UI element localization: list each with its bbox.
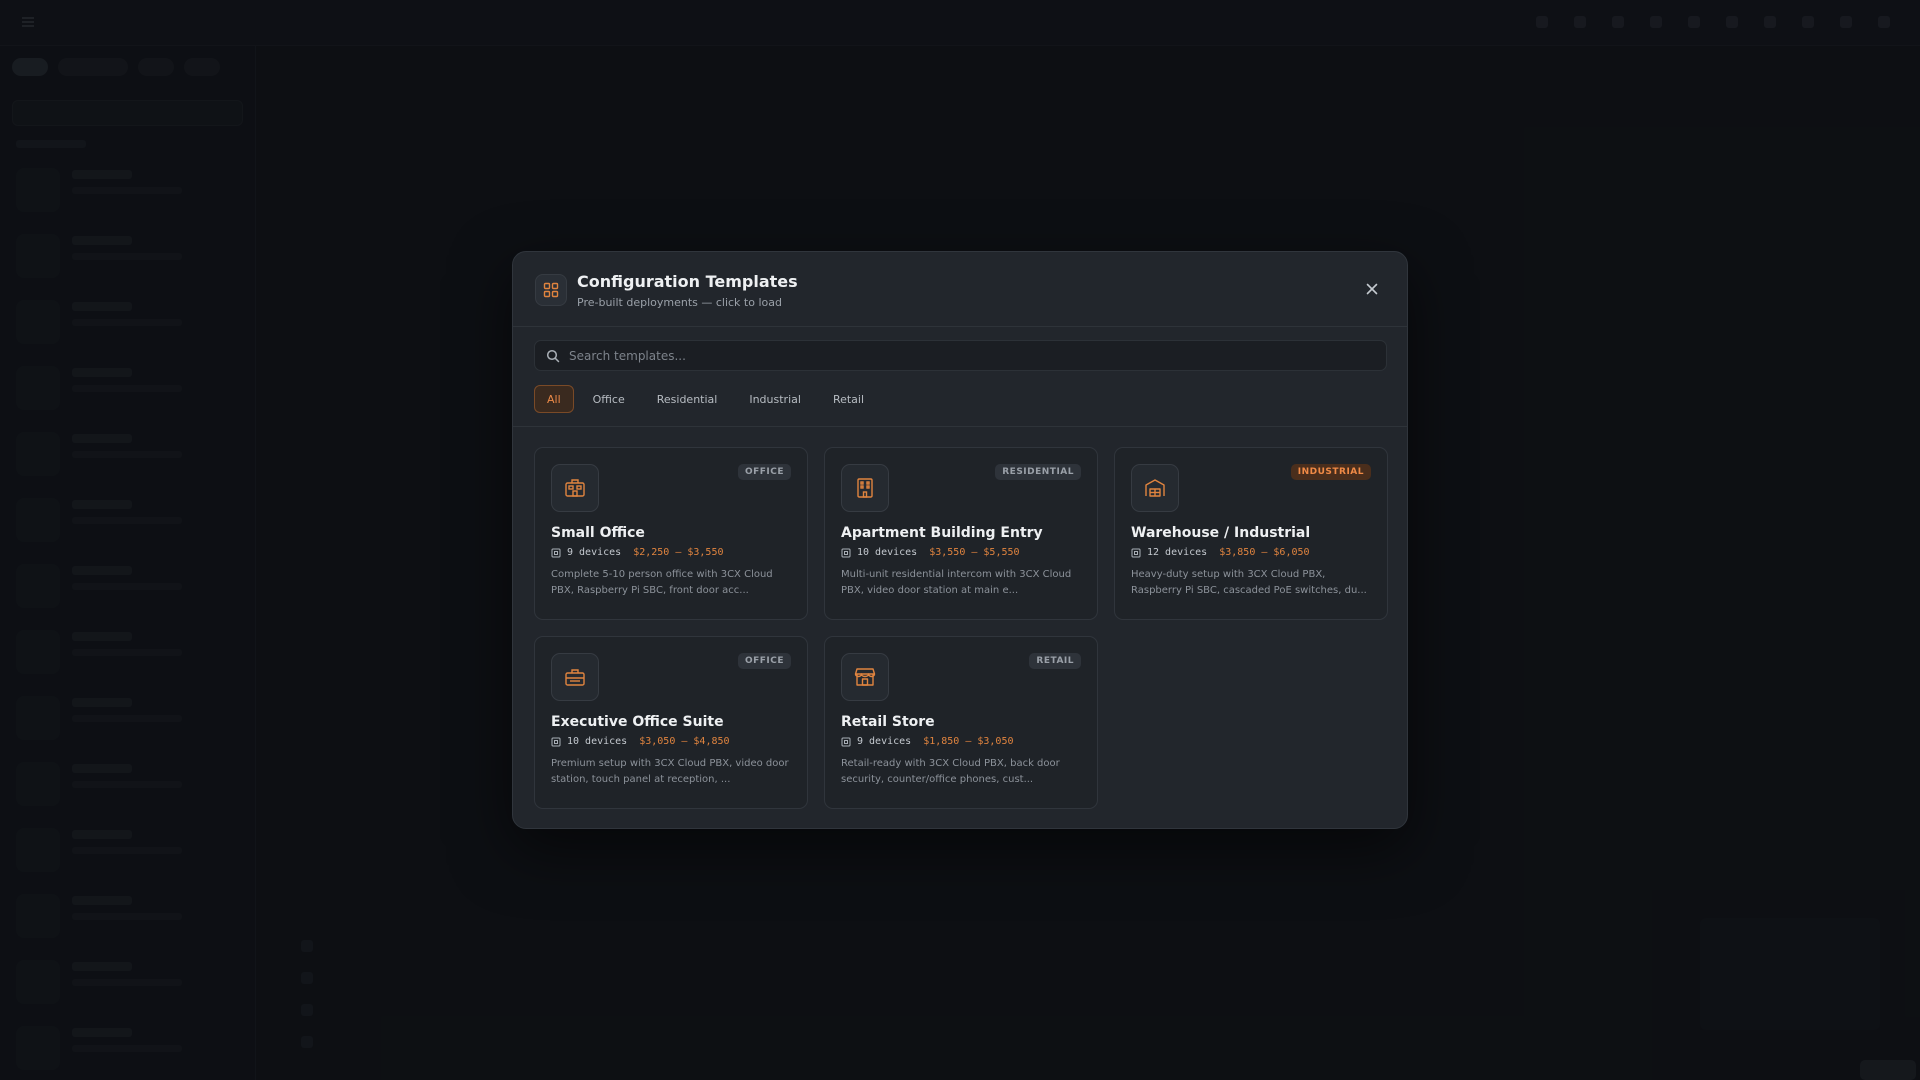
device-icon bbox=[841, 737, 851, 746]
category-filters: All Office Residential Industrial Retail bbox=[534, 385, 877, 413]
card-meta: 10 devices $3,550 – $5,550 bbox=[841, 547, 1081, 558]
category-badge: RESIDENTIAL bbox=[995, 464, 1081, 480]
device-icon bbox=[841, 548, 851, 557]
category-badge: INDUSTRIAL bbox=[1290, 464, 1371, 480]
card-description: Retail-ready with 3CX Cloud PBX, back do… bbox=[841, 758, 1060, 785]
modal-header: Configuration Templates Pre-built deploy… bbox=[513, 252, 1407, 327]
close-button[interactable] bbox=[1361, 278, 1383, 300]
device-count: 9 devices bbox=[567, 547, 622, 558]
search-input[interactable] bbox=[569, 341, 1369, 370]
briefcase-icon bbox=[551, 653, 599, 701]
card-meta: 9 devices $1,850 – $3,050 bbox=[841, 736, 1081, 747]
price-range: $2,250 – $3,550 bbox=[633, 547, 724, 558]
template-card-executive-office-suite[interactable]: OFFICE Executive Office Suite 10 devices… bbox=[534, 636, 808, 809]
warehouse-icon bbox=[1131, 464, 1179, 512]
filter-all[interactable]: All bbox=[534, 385, 574, 413]
card-description: Complete 5-10 person office with 3CX Clo… bbox=[551, 569, 773, 596]
modal-title: Configuration Templates bbox=[577, 272, 798, 291]
template-card-warehouse-industrial[interactable]: INDUSTRIAL Warehouse / Industrial 12 dev… bbox=[1114, 447, 1388, 620]
close-icon bbox=[1366, 283, 1378, 295]
price-range: $3,550 – $5,550 bbox=[929, 547, 1020, 558]
card-description: Premium setup with 3CX Cloud PBX, video … bbox=[551, 758, 789, 785]
template-card-retail-store[interactable]: RETAIL Retail Store 9 devices $1,850 – $… bbox=[824, 636, 1098, 809]
device-count: 10 devices bbox=[567, 736, 628, 747]
storefront-icon bbox=[841, 653, 889, 701]
card-meta: 12 devices $3,850 – $6,050 bbox=[1131, 547, 1371, 558]
category-badge: OFFICE bbox=[737, 464, 791, 480]
device-icon bbox=[1131, 548, 1141, 557]
device-count: 10 devices bbox=[857, 547, 918, 558]
office-building-icon bbox=[551, 464, 599, 512]
device-icon bbox=[551, 548, 561, 557]
card-meta: 10 devices $3,050 – $4,850 bbox=[551, 736, 791, 747]
price-range: $1,850 – $3,050 bbox=[923, 736, 1014, 747]
templates-grid: OFFICE Small Office 9 devices $2,250 – $… bbox=[534, 447, 1389, 809]
price-range: $3,850 – $6,050 bbox=[1219, 547, 1310, 558]
card-title: Retail Store bbox=[841, 714, 935, 730]
category-badge: RETAIL bbox=[1029, 653, 1081, 669]
card-title: Executive Office Suite bbox=[551, 714, 724, 730]
filter-retail[interactable]: Retail bbox=[820, 385, 877, 413]
card-title: Small Office bbox=[551, 525, 645, 541]
price-range: $3,050 – $4,850 bbox=[639, 736, 730, 747]
templates-grid-icon bbox=[535, 274, 567, 306]
device-count: 12 devices bbox=[1147, 547, 1208, 558]
card-description: Heavy-duty setup with 3CX Cloud PBX, Ras… bbox=[1131, 569, 1367, 596]
card-description: Multi-unit residential intercom with 3CX… bbox=[841, 569, 1072, 596]
card-title: Warehouse / Industrial bbox=[1131, 525, 1311, 541]
divider bbox=[513, 426, 1407, 427]
filter-office[interactable]: Office bbox=[580, 385, 638, 413]
category-badge: OFFICE bbox=[737, 653, 791, 669]
search-icon bbox=[546, 349, 560, 363]
card-meta: 9 devices $2,250 – $3,550 bbox=[551, 547, 791, 558]
modal-subtitle: Pre-built deployments — click to load bbox=[577, 296, 782, 309]
device-icon bbox=[551, 737, 561, 746]
template-card-small-office[interactable]: OFFICE Small Office 9 devices $2,250 – $… bbox=[534, 447, 808, 620]
device-count: 9 devices bbox=[857, 736, 912, 747]
card-title: Apartment Building Entry bbox=[841, 525, 1043, 541]
search-box bbox=[534, 340, 1387, 371]
apartment-building-icon bbox=[841, 464, 889, 512]
filter-industrial[interactable]: Industrial bbox=[736, 385, 814, 413]
templates-modal: Configuration Templates Pre-built deploy… bbox=[512, 251, 1408, 829]
template-card-apartment-building-entry[interactable]: RESIDENTIAL Apartment Building Entry 10 … bbox=[824, 447, 1098, 620]
filter-residential[interactable]: Residential bbox=[644, 385, 731, 413]
